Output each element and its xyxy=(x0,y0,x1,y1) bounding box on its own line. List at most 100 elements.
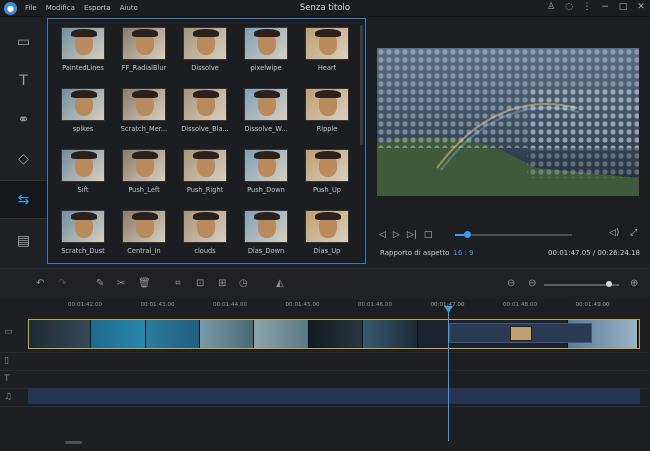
maximize-icon[interactable]: □ xyxy=(618,2,628,12)
fit-icon[interactable]: ⊖ xyxy=(507,278,515,289)
ruler-tick-label: 00:01:44.00 xyxy=(213,302,248,308)
playback-progress[interactable] xyxy=(455,231,572,238)
transition-item[interactable]: pixelwipe xyxy=(239,27,293,72)
color-icon[interactable]: ◭ xyxy=(276,278,284,289)
title-bar: ● File Modifica Esporta Aiuto Senza tito… xyxy=(0,0,650,17)
transition-thumbnail xyxy=(61,27,105,60)
audio-waveform[interactable] xyxy=(28,388,640,404)
filters-icon[interactable]: ⚭ xyxy=(0,100,47,139)
time-readout: 00:01:47.05 / 00:26:24.18 xyxy=(548,249,640,257)
transition-item[interactable]: Push_Down xyxy=(239,149,293,194)
transition-thumbnail xyxy=(61,88,105,121)
transition-thumbnail xyxy=(244,149,288,182)
transition-label: Dissolve xyxy=(191,64,219,72)
transition-item[interactable]: Push_Up xyxy=(300,149,354,194)
transition-label: Scratch_Mer... xyxy=(120,125,168,133)
transition-item[interactable]: Push_Left xyxy=(117,149,171,194)
clip[interactable] xyxy=(200,320,254,348)
user-icon[interactable]: ♙ xyxy=(546,2,556,12)
more-icon[interactable]: ⋮ xyxy=(582,2,592,12)
crop-icon[interactable]: ⌗ xyxy=(175,278,181,289)
split-icon[interactable]: ⊞ xyxy=(218,278,226,289)
zoom-knob[interactable] xyxy=(606,281,612,287)
transition-thumbnail xyxy=(244,88,288,121)
transition-item[interactable]: Dias_Up xyxy=(300,210,354,255)
transition-label: PaintedLines xyxy=(62,64,104,72)
stop-icon[interactable]: □ xyxy=(424,230,433,240)
timeline-scrollbar[interactable] xyxy=(65,441,82,444)
transition-item[interactable]: Scratch_Mer... xyxy=(117,88,171,133)
transition-thumbnail xyxy=(183,27,227,60)
transition-label: Heart xyxy=(317,64,337,72)
transition-label: Dissolve_Bla... xyxy=(181,125,229,133)
playhead[interactable] xyxy=(448,308,449,441)
transition-item[interactable]: Central_In xyxy=(117,210,171,255)
clip[interactable] xyxy=(309,320,363,348)
delete-icon[interactable]: 🗑 xyxy=(138,278,151,289)
clip[interactable] xyxy=(363,320,418,348)
undo-icon[interactable]: ↶ xyxy=(36,278,44,289)
transition-thumbnail xyxy=(183,149,227,182)
sidebar: ▭ T ⚭ ◇ ⇆ ▤ xyxy=(0,18,47,263)
transition-thumbnail xyxy=(305,149,349,182)
aspect-ratio: Rapporto di aspetto 16 : 9 xyxy=(380,249,474,257)
fullscreen-icon[interactable]: ⤢ xyxy=(630,228,637,238)
transition-label: clouds xyxy=(194,247,216,255)
transition-item[interactable]: clouds xyxy=(178,210,232,255)
transition-label: Dias_Down xyxy=(247,247,285,255)
redo-icon[interactable]: ↷ xyxy=(58,278,66,289)
transition-item[interactable]: Sift xyxy=(56,149,110,194)
transition-item[interactable]: Push_Right xyxy=(178,149,232,194)
cut-icon[interactable]: ✂ xyxy=(117,278,125,289)
volume-icon[interactable]: ◁) xyxy=(609,228,619,238)
mosaic-icon[interactable]: ⊡ xyxy=(196,278,204,289)
transition-label: spikes xyxy=(72,125,94,133)
minimize-icon[interactable]: − xyxy=(600,2,610,12)
ruler-tick-label: 00:01:46.00 xyxy=(358,302,393,308)
film-icon[interactable]: ▤ xyxy=(0,221,47,260)
transition-item[interactable]: PaintedLines xyxy=(56,27,110,72)
transition-item[interactable]: FF_RadialBlur xyxy=(117,27,171,72)
clip[interactable] xyxy=(254,320,309,348)
transition-thumbnail xyxy=(122,88,166,121)
play-icon[interactable]: ▷ xyxy=(393,230,400,240)
transition-label: Dias_Up xyxy=(313,247,341,255)
transition-item[interactable]: Scratch_Dust xyxy=(56,210,110,255)
transition-item[interactable]: Dissolve_W... xyxy=(239,88,293,133)
chat-icon[interactable]: ◌ xyxy=(564,2,574,12)
transition-item[interactable]: spikes xyxy=(56,88,110,133)
speed-icon[interactable]: ◷ xyxy=(239,278,248,289)
transition-label: Ripple xyxy=(316,125,338,133)
transition-label: Push_Down xyxy=(247,186,285,194)
ruler-tick-label: 00:01:42.00 xyxy=(68,302,103,308)
transition-thumbnail xyxy=(122,149,166,182)
next-frame-icon[interactable]: ▷| xyxy=(407,230,417,240)
progress-knob[interactable] xyxy=(464,231,471,238)
aspect-value[interactable]: 16 : 9 xyxy=(453,249,473,257)
prev-frame-icon[interactable]: ◁ xyxy=(379,230,386,240)
transition-label: Central_In xyxy=(127,247,161,255)
transition-item[interactable]: Dias_Down xyxy=(239,210,293,255)
clip[interactable] xyxy=(29,320,91,348)
transition-item[interactable]: Dissolve xyxy=(178,27,232,72)
transition-thumbnail xyxy=(122,27,166,60)
transitions-icon[interactable]: ⇆ xyxy=(0,180,47,219)
time-ruler[interactable]: 00:01:42.00 00:01:43.00 00:01:44.00 00:01:4… xyxy=(28,299,650,313)
text-icon[interactable]: T xyxy=(0,61,47,100)
close-icon[interactable]: ✕ xyxy=(636,2,646,12)
clip[interactable] xyxy=(91,320,146,348)
zoom-in-icon[interactable]: ⊕ xyxy=(630,278,638,289)
media-icon[interactable]: ▭ xyxy=(0,22,47,61)
transition-clip[interactable] xyxy=(449,323,592,343)
transition-label: Push_Left xyxy=(128,186,160,194)
edit-icon[interactable]: ✎ xyxy=(96,278,104,289)
transition-thumbnail xyxy=(244,27,288,60)
clip[interactable] xyxy=(146,320,200,348)
overlays-icon[interactable]: ◇ xyxy=(0,139,47,178)
transition-item[interactable]: Ripple xyxy=(300,88,354,133)
transition-item[interactable]: Dissolve_Bla... xyxy=(178,88,232,133)
zoom-out-icon[interactable]: ⊖ xyxy=(528,278,536,289)
grid-scrollbar[interactable] xyxy=(360,25,363,145)
transition-label: Sift xyxy=(77,186,89,194)
transition-item[interactable]: Heart xyxy=(300,27,354,72)
